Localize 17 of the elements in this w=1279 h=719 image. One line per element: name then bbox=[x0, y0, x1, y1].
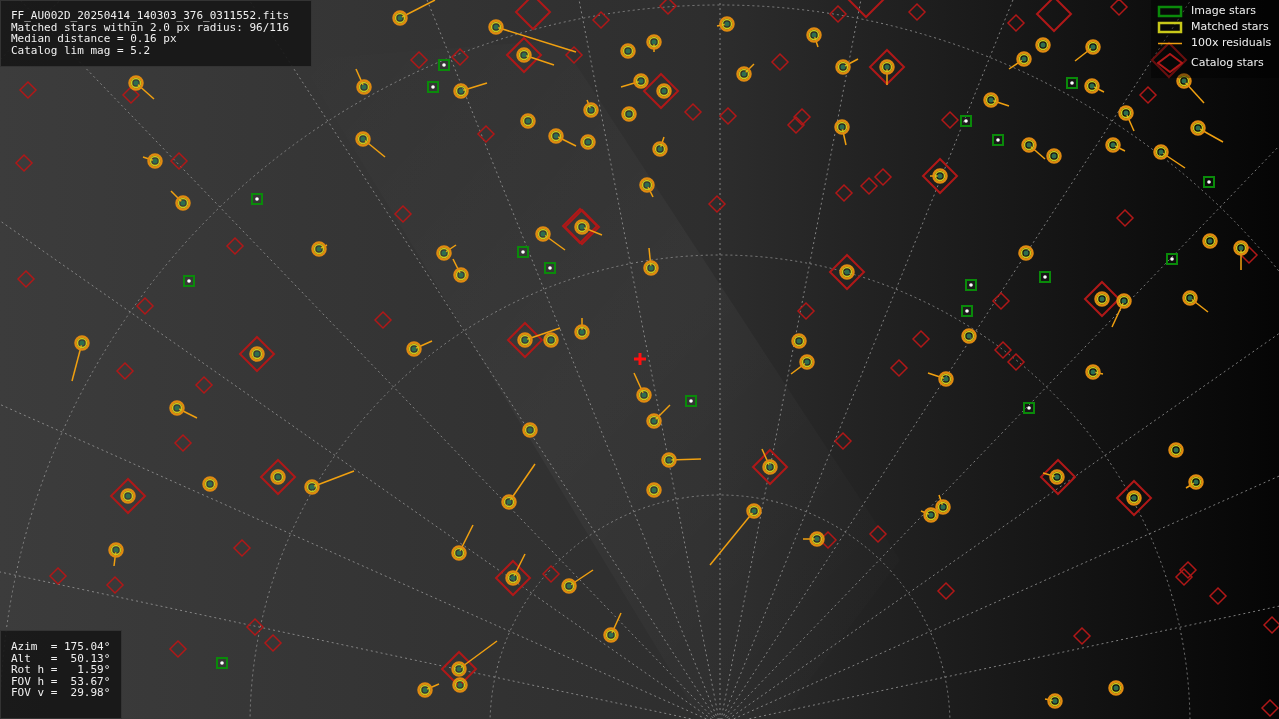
pointing-line: FOV h = 53.67° bbox=[11, 675, 111, 687]
info-line: Median distance = 0.16 px bbox=[11, 33, 177, 45]
pointing-line: Alt = 50.13° bbox=[11, 652, 111, 664]
legend-label: Matched stars bbox=[1191, 19, 1269, 36]
info-line: FF_AU002D_20250414_140303_376_0311552.fits bbox=[11, 10, 291, 22]
legend-label: 100x residuals bbox=[1191, 35, 1272, 52]
matched-star-swatch-icon bbox=[1157, 21, 1183, 34]
pointing-line: FOV v = 29.98° bbox=[11, 687, 111, 699]
legend-label: Image stars bbox=[1191, 3, 1256, 20]
pointing-line: Azim = 175.04° bbox=[11, 641, 111, 653]
image-star-swatch-icon bbox=[1157, 5, 1183, 18]
pointing-line: Rot h = 1.59° bbox=[11, 664, 111, 676]
info-line: Matched stars within 2.0 px radius: 96/116 bbox=[11, 21, 291, 33]
legend-label: Catalog stars bbox=[1191, 54, 1264, 71]
catalog-star-diamond-icon bbox=[1157, 53, 1183, 73]
center-cross-icon bbox=[634, 353, 646, 365]
info-line: Catalog lim mag = 5.2 bbox=[11, 44, 152, 56]
